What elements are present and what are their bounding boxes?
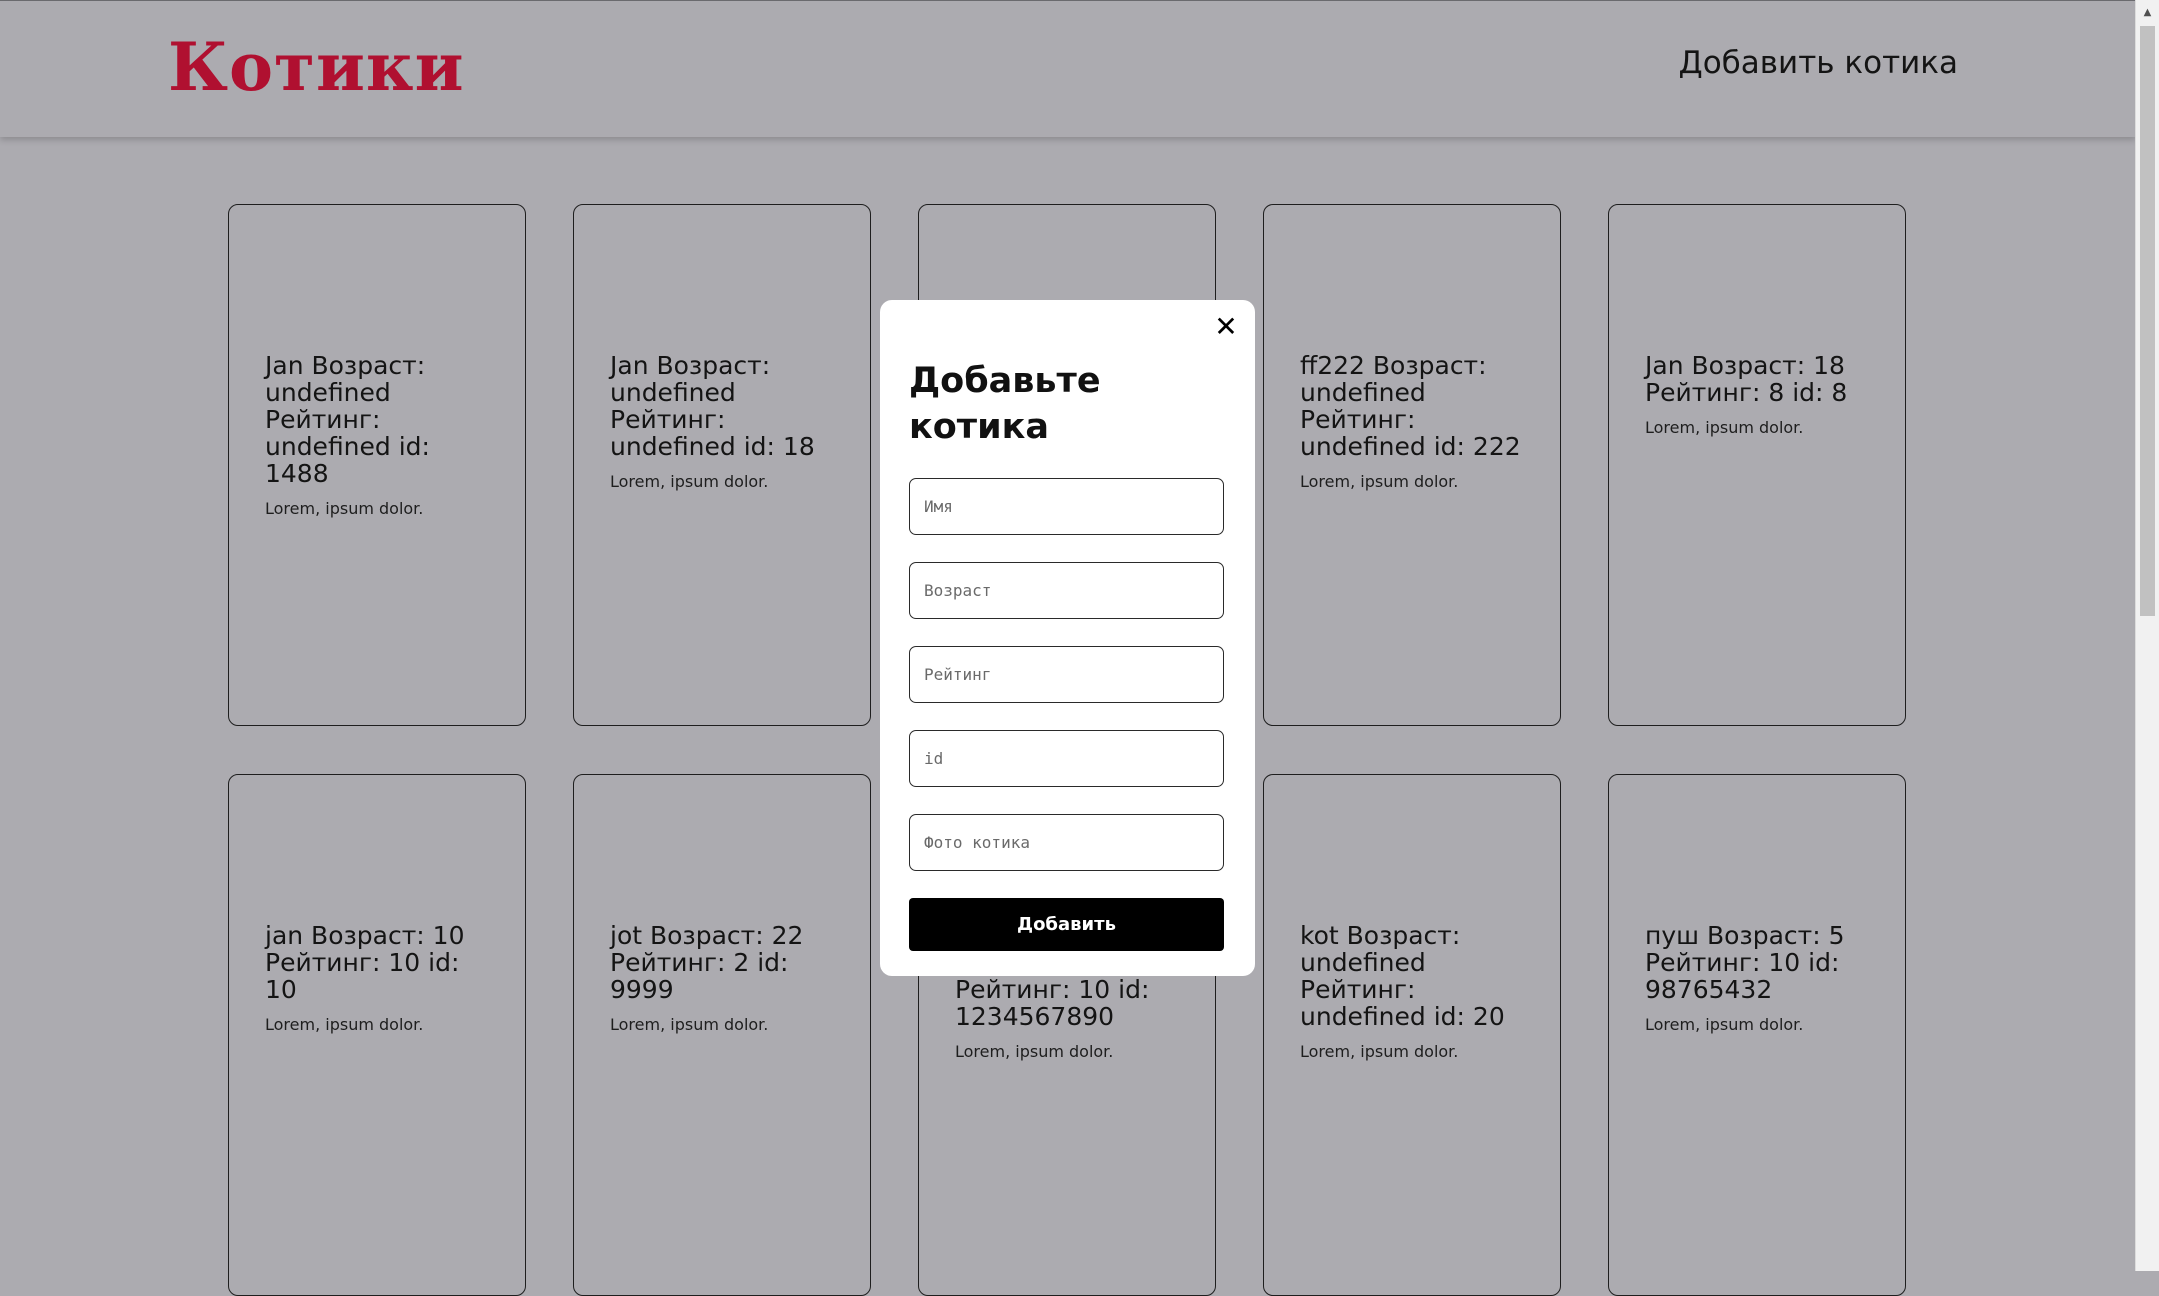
age-field[interactable] — [909, 562, 1224, 619]
scrollbar-thumb[interactable] — [2140, 26, 2155, 616]
modal-title: Добавьте котика — [909, 361, 1101, 447]
vertical-scrollbar[interactable]: ▲ — [2135, 0, 2159, 1271]
name-field[interactable] — [909, 478, 1224, 535]
close-icon[interactable]: ✕ — [1209, 310, 1243, 344]
add-cat-modal: ✕ Добавьте котика Добавить — [880, 300, 1255, 976]
id-field[interactable] — [909, 730, 1224, 787]
add-cat-form: Добавить — [909, 478, 1226, 951]
submit-button[interactable]: Добавить — [909, 898, 1224, 951]
photo-field[interactable] — [909, 814, 1224, 871]
scroll-up-arrow-icon[interactable]: ▲ — [2136, 0, 2159, 24]
modal-overlay: ✕ Добавьте котика Добавить — [0, 0, 2136, 1271]
rating-field[interactable] — [909, 646, 1224, 703]
